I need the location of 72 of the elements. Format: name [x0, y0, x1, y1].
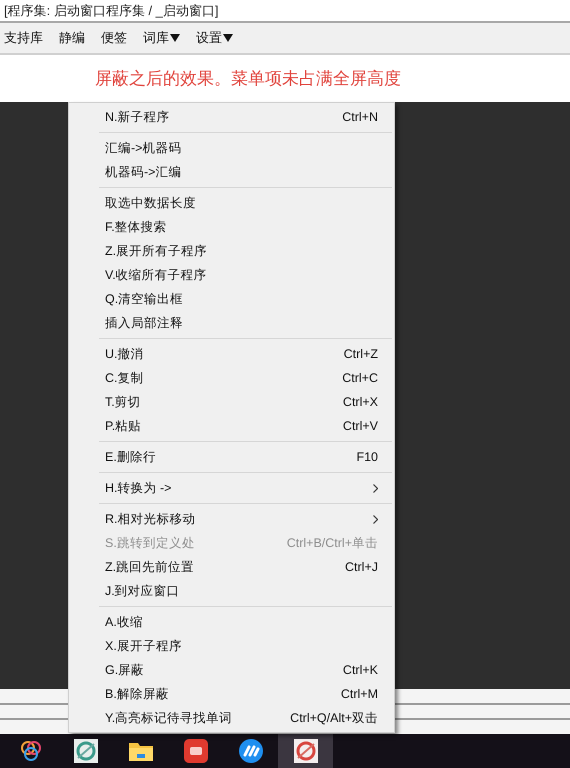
menu-item[interactable]: Z.展开所有子程序 — [69, 239, 394, 263]
menu-item[interactable]: X.展开子程序 — [69, 634, 394, 658]
menu-item-label: A.收缩 — [105, 614, 144, 630]
menu-item-label: S.跳转到定义处 — [105, 534, 196, 552]
menu-item-label: U.撤消 — [105, 346, 144, 362]
app-icon — [182, 738, 208, 764]
menu-item-label: Y.高亮标记待寻找单词 — [105, 710, 234, 726]
menu-item[interactable]: R.相对光标移动 — [69, 507, 394, 531]
menu-item[interactable]: N.新子程序 Ctrl+N — [69, 105, 394, 129]
menu-item[interactable]: V.收缩所有子程序 — [69, 263, 394, 287]
menu-item[interactable]: 插入局部注释 — [69, 311, 394, 335]
shortcut-text: Ctrl+C — [342, 371, 378, 385]
shortcut-text: Ctrl+N — [342, 110, 378, 124]
menu-item-label: F.整体搜索 — [105, 218, 168, 236]
menu-item-label: X.展开子程序 — [105, 638, 183, 654]
window-title: [程序集: 启动窗口程序集 / _启动窗口] — [4, 2, 219, 20]
menu-item[interactable]: Y.高亮标记待寻找单词 Ctrl+Q/Alt+双击 — [69, 706, 394, 730]
annotation-text: 屏蔽之后的效果。菜单项未占满全屏高度 — [95, 68, 401, 90]
menu-item[interactable]: E.删除行 F10 — [69, 445, 394, 469]
menu-item[interactable]: G.屏蔽 Ctrl+K — [69, 658, 394, 682]
toolbar-menu[interactable]: 便签 — [101, 29, 127, 47]
app-icon — [238, 738, 264, 764]
shortcut-text: Ctrl+V — [342, 419, 378, 433]
menu-item[interactable]: H.转换为 -> — [69, 476, 394, 500]
menu-item-label: 机器码->汇编 — [105, 164, 182, 180]
menu-item[interactable]: A.收缩 — [69, 610, 394, 634]
shortcut-text: Ctrl+Q/Alt+双击 — [290, 710, 378, 726]
toolbar-menu[interactable]: 静编 — [59, 29, 85, 47]
menu-item-label: T.剪切 — [105, 394, 142, 410]
menu-item[interactable]: F.整体搜索 — [69, 215, 394, 239]
menu-item-label: P.粘贴 — [105, 418, 142, 434]
menu-item-label: Q.清空输出框 — [105, 290, 184, 308]
menu-item-label: Z.展开所有子程序 — [105, 242, 208, 260]
menu-item-label: C.复制 — [105, 370, 144, 386]
menu-item-label: G.屏蔽 — [105, 662, 146, 678]
app-icon — [72, 738, 98, 764]
menu-item[interactable]: P.粘贴 Ctrl+V — [69, 414, 394, 438]
shortcut-text: Ctrl+B/Ctrl+单击 — [286, 534, 378, 552]
shortcut-text: Ctrl+Z — [344, 347, 378, 361]
menu-item[interactable]: 汇编->机器码 — [69, 136, 394, 160]
menu-item-label: V.收缩所有子程序 — [105, 266, 208, 284]
shortcut-text: Ctrl+X — [342, 395, 378, 409]
menu-item[interactable]: 取选中数据长度 — [69, 191, 394, 215]
menu-item[interactable]: J.到对应窗口 — [69, 579, 394, 603]
rings-icon — [18, 739, 42, 763]
toolbar-menu[interactable]: 支持库 — [4, 29, 43, 47]
shortcut-text: Ctrl+J — [345, 560, 378, 574]
menu-item[interactable]: C.复制 Ctrl+C — [69, 366, 394, 390]
menu-item[interactable]: Z.跳回先前位置 Ctrl+J — [69, 555, 394, 579]
menu-item-label: B.解除屏蔽 — [105, 686, 170, 702]
toolbar-menu[interactable]: 设置 — [196, 29, 233, 47]
shortcut-text: Ctrl+M — [340, 687, 378, 701]
toolbar-menu[interactable]: 词库 — [143, 29, 180, 47]
menu-item[interactable]: Q.清空输出框 — [69, 287, 394, 311]
menu-item-label: 插入局部注释 — [105, 314, 184, 332]
menu-item-label: N.新子程序 — [105, 108, 170, 126]
menu-item[interactable]: U.撤消 Ctrl+Z — [69, 342, 394, 366]
menu-item-label: R.相对光标移动 — [105, 510, 196, 528]
menu-item[interactable]: B.解除屏蔽 Ctrl+M — [69, 682, 394, 706]
menu-item-label: Z.跳回先前位置 — [105, 558, 196, 576]
folder-icon — [128, 740, 154, 762]
menu-item-label: 取选中数据长度 — [105, 194, 197, 212]
taskbar-app[interactable] — [278, 734, 333, 768]
app-icon — [292, 738, 318, 764]
menu-item-label: H.转换为 -> — [105, 480, 172, 496]
shortcut-text: Ctrl+K — [342, 663, 378, 677]
menu-item-label: E.删除行 — [105, 448, 157, 466]
menu-item[interactable]: T.剪切 Ctrl+X — [69, 390, 394, 414]
shortcut-text: F10 — [356, 450, 378, 464]
menu-item-label: 汇编->机器码 — [105, 140, 182, 156]
menu-item[interactable]: 机器码->汇编 — [69, 160, 394, 184]
menu-item-label: J.到对应窗口 — [105, 582, 181, 600]
